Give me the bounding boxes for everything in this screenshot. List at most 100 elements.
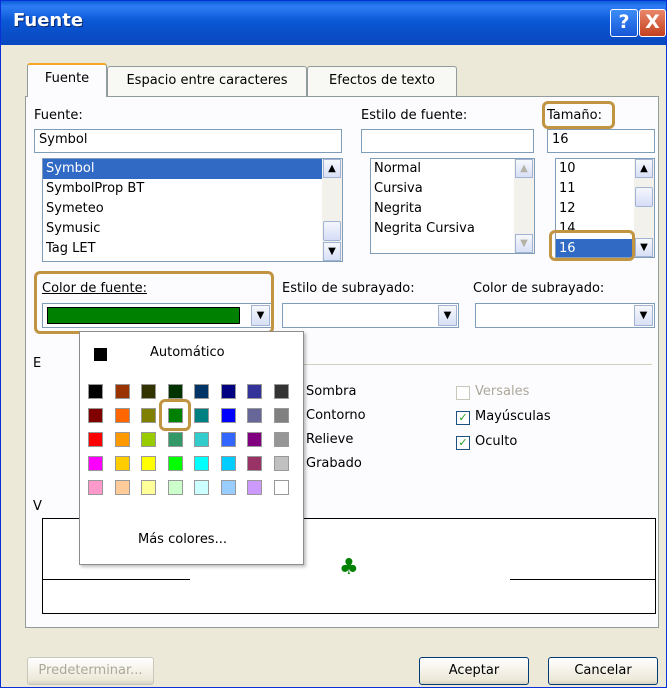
color-swatch[interactable] (141, 408, 156, 423)
font-list-scrollbar[interactable]: ▲ ▼ (322, 159, 342, 261)
color-swatch[interactable] (273, 456, 289, 471)
color-swatch[interactable] (167, 384, 183, 399)
font-color-combo[interactable]: ▼ (42, 303, 272, 328)
color-swatch[interactable] (167, 432, 183, 447)
underline-style-combo[interactable]: ▼ (282, 303, 459, 328)
style-list-item[interactable]: Normal (371, 159, 534, 179)
automatic-color-option[interactable]: Automático (80, 332, 303, 370)
color-swatch[interactable] (273, 384, 289, 399)
size-list[interactable]: 10 11 12 14 16 ▲ ▼ (555, 158, 655, 258)
effect-checkbox-label[interactable]: Oculto (475, 434, 517, 449)
color-swatch[interactable] (167, 480, 183, 495)
color-swatch[interactable] (247, 456, 262, 471)
scroll-thumb[interactable] (635, 187, 653, 207)
style-list-item[interactable]: Cursiva (371, 179, 534, 199)
scroll-up-icon[interactable]: ▲ (635, 159, 653, 178)
scroll-up-icon[interactable]: ▲ (323, 159, 341, 178)
default-button[interactable]: Predeterminar... (27, 657, 154, 685)
effect-checkbox[interactable]: ✓ (456, 411, 470, 425)
effect-checkbox-label[interactable]: Mayúsculas (475, 409, 551, 424)
color-swatch[interactable] (273, 432, 289, 447)
font-list-item[interactable]: Symeteo (43, 199, 342, 219)
color-swatch[interactable] (273, 480, 289, 495)
color-swatch[interactable] (220, 456, 236, 471)
color-swatch[interactable] (114, 432, 130, 447)
color-swatch[interactable] (141, 456, 156, 471)
color-swatch[interactable] (88, 456, 103, 471)
font-list-item[interactable]: Symbol (43, 159, 342, 179)
dialog-title: Fuente (13, 10, 84, 31)
tab-fuente[interactable]: Fuente (27, 63, 107, 97)
style-input[interactable] (361, 129, 534, 153)
effect-option-label[interactable]: Grabado (306, 456, 362, 471)
effect-option-label[interactable]: Contorno (306, 408, 366, 423)
font-list-item[interactable]: SymbolProp BT (43, 179, 342, 199)
help-button[interactable]: ? (610, 9, 638, 37)
color-swatch[interactable] (247, 432, 262, 447)
cancel-button[interactable]: Cancelar (548, 657, 658, 685)
underline-color-label: Color de subrayado: (473, 281, 605, 296)
color-swatch[interactable] (114, 456, 130, 471)
color-swatch[interactable] (114, 384, 130, 399)
scroll-down-icon[interactable]: ▼ (323, 242, 341, 261)
color-swatch[interactable] (247, 384, 262, 399)
size-list-scrollbar[interactable]: ▲ ▼ (634, 159, 654, 257)
color-swatch[interactable] (167, 456, 183, 471)
color-swatch[interactable] (247, 408, 262, 423)
color-swatch[interactable] (114, 480, 130, 495)
font-list-item[interactable]: Symusic (43, 219, 342, 239)
chevron-down-icon[interactable]: ▼ (438, 305, 457, 326)
preview-line-left (43, 579, 190, 580)
ok-button[interactable]: Aceptar (419, 657, 529, 685)
color-swatch[interactable] (141, 384, 156, 399)
scroll-down-icon[interactable]: ▼ (515, 234, 533, 253)
close-button[interactable]: X (639, 9, 666, 37)
effect-option-label[interactable]: Sombra (306, 384, 356, 399)
chevron-down-icon[interactable]: ▼ (251, 305, 270, 326)
font-list[interactable]: Symbol SymbolProp BT Symeteo Symusic Tag LET… (42, 158, 343, 262)
style-list-item[interactable]: Negrita (371, 199, 534, 219)
color-swatch[interactable] (220, 384, 236, 399)
color-swatch[interactable] (194, 384, 209, 399)
color-swatch[interactable] (220, 480, 236, 495)
title-bar[interactable]: Fuente ? X (1, 1, 666, 45)
color-swatch[interactable] (88, 384, 103, 399)
color-swatch[interactable] (167, 408, 183, 423)
effect-checkbox-label[interactable]: Versales (475, 384, 529, 399)
style-list[interactable]: Normal Cursiva Negrita Negrita Cursiva ▲ ▼ (370, 158, 535, 254)
color-swatch[interactable] (194, 456, 209, 471)
color-swatch[interactable] (88, 432, 103, 447)
scroll-thumb[interactable] (323, 221, 341, 241)
font-list-item[interactable]: Tag LET (43, 239, 342, 259)
effect-option-label[interactable]: Relieve (306, 432, 353, 447)
style-label: Estilo de fuente: (361, 108, 468, 123)
underline-color-combo[interactable]: ▼ (475, 303, 655, 328)
style-list-item[interactable]: Negrita Cursiva (371, 219, 534, 239)
color-swatch[interactable] (141, 480, 156, 495)
size-input[interactable]: 16 (547, 129, 655, 153)
font-color-value (47, 307, 240, 324)
font-input[interactable]: Symbol (34, 129, 342, 153)
color-swatch[interactable] (247, 480, 262, 495)
color-swatch[interactable] (88, 408, 103, 423)
scroll-down-icon[interactable]: ▼ (635, 238, 653, 257)
effects-group-label: E (33, 356, 42, 371)
effect-checkbox[interactable]: ✓ (456, 436, 470, 450)
effect-checkbox[interactable] (456, 386, 470, 400)
font-color-label: Color de fuente: (42, 281, 147, 296)
color-swatch[interactable] (141, 432, 156, 447)
color-swatch[interactable] (220, 408, 236, 423)
style-list-scrollbar[interactable]: ▲ ▼ (514, 159, 534, 253)
color-swatch[interactable] (273, 408, 289, 423)
more-colors-option[interactable]: Más colores... (138, 532, 227, 547)
chevron-down-icon[interactable]: ▼ (634, 305, 653, 326)
tab-efectos-de-texto[interactable]: Efectos de texto (307, 66, 457, 96)
color-swatch[interactable] (194, 408, 209, 423)
scroll-up-icon[interactable]: ▲ (515, 159, 533, 178)
tab-espacio-entre-caracteres[interactable]: Espacio entre caracteres (107, 66, 307, 96)
color-swatch[interactable] (88, 480, 103, 495)
color-swatch[interactable] (194, 480, 209, 495)
color-swatch[interactable] (114, 408, 130, 423)
color-swatch[interactable] (194, 432, 209, 447)
color-swatch[interactable] (220, 432, 236, 447)
